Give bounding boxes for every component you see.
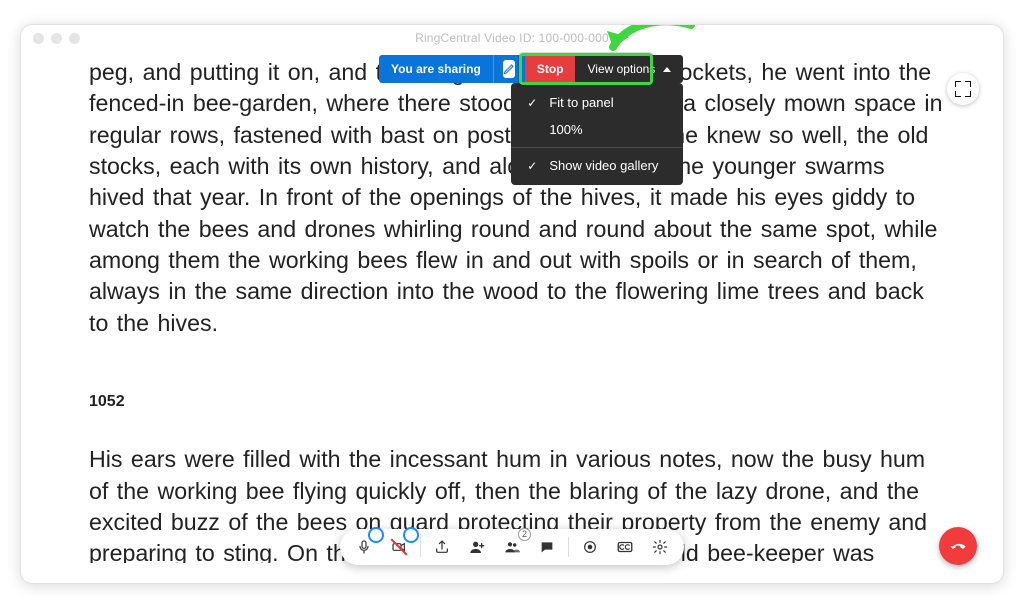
separator [568, 537, 569, 557]
record-button[interactable] [574, 531, 606, 563]
separator [420, 537, 421, 557]
share-icon [434, 539, 450, 555]
microphone-icon [356, 539, 372, 555]
fullscreen-icon [956, 82, 970, 96]
leave-meeting-button[interactable] [939, 527, 977, 565]
annotate-button[interactable] [493, 55, 525, 83]
menu-item-fit-to-panel[interactable]: ✓ Fit to panel [511, 89, 683, 116]
view-options-button[interactable]: View options ✓ Fit to panel 100% ✓ Show … [575, 55, 683, 83]
fullscreen-button[interactable] [947, 73, 979, 105]
active-indicator [403, 527, 419, 543]
stop-sharing-button[interactable]: Stop [525, 55, 576, 83]
view-options-label: View options [587, 62, 655, 76]
menu-item-label: 100% [549, 122, 582, 137]
you-are-sharing-label: You are sharing [379, 55, 493, 83]
pencil-icon [503, 60, 515, 78]
mute-button[interactable] [348, 531, 380, 563]
menu-separator [511, 147, 683, 148]
meeting-control-bar: 2 [340, 529, 684, 565]
menu-item-label: Fit to panel [549, 95, 613, 110]
share-screen-button[interactable] [426, 531, 458, 563]
participants-count-badge: 2 [518, 528, 531, 541]
window-title: RingCentral Video ID: 100-000-000 [21, 31, 1003, 45]
menu-item-zoom-100[interactable]: 100% [511, 116, 683, 143]
titlebar: RingCentral Video ID: 100-000-000 [21, 25, 1003, 53]
menu-item-show-video-gallery[interactable]: ✓ Show video gallery [511, 152, 683, 179]
add-user-icon [469, 539, 485, 555]
check-icon: ✓ [525, 96, 539, 110]
active-indicator [368, 527, 384, 543]
app-window: RingCentral Video ID: 100-000-000 peg, a… [20, 24, 1004, 584]
chevron-up-icon [663, 67, 671, 72]
cc-icon [616, 538, 634, 556]
settings-button[interactable] [644, 531, 676, 563]
gear-icon [652, 539, 668, 555]
invite-button[interactable] [461, 531, 493, 563]
record-icon [582, 539, 598, 555]
participants-icon [504, 539, 520, 555]
check-icon: ✓ [525, 159, 539, 173]
chat-button[interactable] [531, 531, 563, 563]
participants-button[interactable]: 2 [496, 531, 528, 563]
closed-captions-button[interactable] [609, 531, 641, 563]
sharing-toolbar: You are sharing Stop View options ✓ Fit … [379, 55, 683, 83]
view-options-dropdown: ✓ Fit to panel 100% ✓ Show video gallery [511, 83, 683, 185]
chat-icon [539, 539, 555, 555]
menu-item-label: Show video gallery [549, 158, 658, 173]
video-button[interactable] [383, 531, 415, 563]
document-page-number: 1052 [89, 391, 943, 413]
hangup-icon [949, 537, 967, 555]
